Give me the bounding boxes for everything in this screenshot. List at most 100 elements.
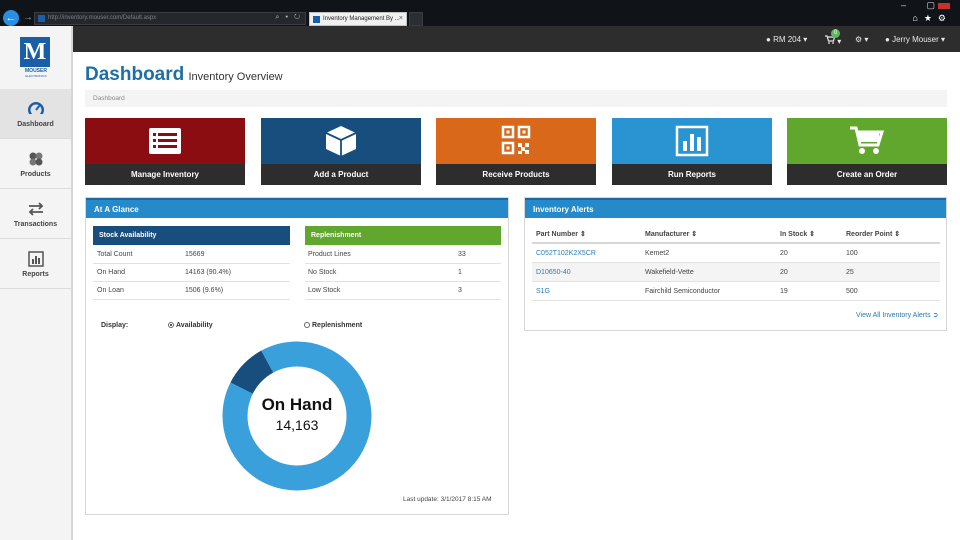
address-bar-controls[interactable]: ⌕ ▾ ↻ — [275, 14, 302, 22]
table-row: D10650-40 Wakefield-Vette 20 25 — [532, 263, 940, 282]
column-header-in-stock[interactable]: In Stock ⇕ — [780, 226, 815, 244]
forward-button[interactable]: → — [23, 12, 33, 23]
view-all-label: View All Inventory Alerts — [856, 312, 931, 319]
replenishment-header: Replenishment — [305, 226, 501, 245]
breadcrumb: Dashboard — [85, 90, 947, 107]
user-menu[interactable]: ● Jerry Mouser ▾ — [885, 35, 945, 44]
speedometer-icon — [27, 102, 44, 118]
components-icon — [29, 152, 42, 166]
bar-chart-icon — [27, 251, 44, 267]
tile-label: Receive Products — [436, 164, 596, 185]
donut-center-title: On Hand — [262, 395, 333, 414]
settings-dropdown[interactable]: ⚙ ▾ — [855, 35, 868, 44]
mouser-logo[interactable]: M MOUSER ELECTRONICS — [20, 37, 52, 78]
row-label: No Stock — [308, 269, 337, 276]
tile-manage-inventory[interactable]: Manage Inventory — [85, 118, 245, 185]
tile-icon-box — [612, 118, 772, 164]
tile-receive-products[interactable]: Receive Products — [436, 118, 596, 185]
close-window-icon[interactable] — [938, 2, 950, 9]
display-label: Display: — [101, 322, 129, 329]
column-header-part-number[interactable]: Part Number ⇕ — [536, 226, 586, 244]
sidebar-item-transactions[interactable]: Transactions — [0, 189, 71, 239]
donut-hole — [248, 367, 346, 465]
sidebar-item-label: Products — [20, 171, 51, 178]
page-title: Dashboard Inventory Overview — [85, 64, 283, 86]
arrow-circle-right-icon: ➲ — [932, 312, 939, 319]
back-button[interactable]: ← — [3, 10, 19, 26]
part-number-link[interactable]: D10650-40 — [536, 263, 571, 282]
sidebar-item-dashboard[interactable]: Dashboard — [0, 89, 71, 139]
availability-donut-chart: On Hand 14,163 — [222, 341, 372, 491]
sidebar-item-products[interactable]: Products — [0, 139, 71, 189]
table-row: C052T102K2X5CR Kemet2 20 100 — [532, 244, 940, 263]
reorder-point-cell: 500 — [846, 288, 858, 295]
sidebar-item-reports[interactable]: Reports — [0, 239, 71, 289]
row-label: On Hand — [97, 269, 126, 276]
address-bar[interactable]: http://inventory.mouser.com/Default.aspx… — [34, 12, 306, 25]
last-update: Last update: 3/1/2017 8:15 AM — [403, 496, 492, 503]
panel-title: At A Glance — [86, 198, 508, 218]
radio-availability[interactable]: Availability — [168, 322, 213, 329]
browser-tab[interactable]: Inventory Management By ... × — [309, 12, 407, 26]
sidebar-item-label: Reports — [22, 271, 49, 278]
manufacturer-cell: Fairchild Semiconductor — [645, 288, 721, 295]
part-number-link[interactable]: S1G — [536, 282, 550, 301]
url-text: http://inventory.mouser.com/Default.aspx — [48, 15, 157, 21]
sidebar-item-label: Dashboard — [17, 121, 54, 128]
window-controls[interactable]: – ▢ — [901, 0, 950, 11]
replenishment-table: Product Lines 33 No Stock 1 Low Stock 3 — [305, 246, 501, 300]
view-all-alerts-link[interactable]: View All Inventory Alerts ➲ — [856, 311, 938, 319]
tile-label: Add a Product — [261, 164, 421, 185]
row-value: 3 — [458, 287, 462, 294]
inventory-alerts-table: Part Number ⇕ Manufacturer ⇕ In Stock ⇕ … — [532, 226, 940, 301]
last-update-value: 3/1/2017 8:15 AM — [440, 496, 492, 503]
manufacturer-cell: Wakefield-Vette — [645, 269, 694, 276]
map-marker-icon: ● — [766, 35, 774, 44]
tile-label: Run Reports — [612, 164, 772, 185]
tile-label: Create an Order — [787, 164, 947, 185]
table-row: On Hand 14163 (90.4%) — [93, 264, 290, 282]
radio-selected-icon[interactable] — [168, 322, 174, 329]
location-label: RM 204 — [773, 35, 802, 44]
cube-icon — [325, 126, 357, 156]
in-stock-cell: 20 — [780, 269, 788, 276]
panel-title: Inventory Alerts — [525, 198, 946, 218]
location-dropdown[interactable]: ● RM 204 ▾ — [766, 35, 807, 44]
tab-close-icon[interactable]: × — [399, 15, 403, 22]
in-stock-cell: 20 — [780, 250, 788, 257]
radio-label: Replenishment — [312, 322, 363, 329]
sidebar-item-label: Transactions — [13, 221, 58, 228]
column-header-manufacturer[interactable]: Manufacturer ⇕ — [645, 226, 697, 244]
donut-center-value: 14,163 — [276, 417, 319, 433]
browser-toolbar-icons[interactable]: ⌂★⚙ — [912, 13, 952, 24]
gear-icon: ⚙ — [855, 35, 863, 44]
column-header-reorder-point[interactable]: Reorder Point ⇕ — [846, 226, 900, 244]
cart-count-badge: 0 — [831, 29, 840, 38]
logo-mark: M — [20, 37, 50, 67]
tile-create-order[interactable]: Create an Order — [787, 118, 947, 185]
logo-subtext: ELECTRONICS — [25, 74, 47, 78]
manufacturer-cell: Kemet2 — [645, 250, 670, 257]
tile-icon-box — [436, 118, 596, 164]
radio-unselected-icon[interactable] — [304, 322, 310, 329]
tile-icon-box — [787, 118, 947, 164]
breadcrumb-item[interactable]: Dashboard — [93, 95, 125, 102]
browser-toolbar: ← → http://inventory.mouser.com/Default.… — [0, 0, 960, 26]
stock-availability-header: Stock Availability — [93, 226, 290, 245]
radio-label: Availability — [176, 322, 213, 329]
part-number-link[interactable]: C052T102K2X5CR — [536, 244, 596, 263]
transfer-arrows-icon — [28, 202, 43, 216]
row-value: 1506 (9.6%) — [185, 287, 224, 294]
row-label: Total Count — [97, 251, 133, 258]
reorder-point-cell: 25 — [846, 269, 854, 276]
tab-title: Inventory Management By ... — [323, 16, 400, 22]
user-name: Jerry Mouser — [892, 35, 939, 44]
in-stock-cell: 19 — [780, 288, 788, 295]
sidebar: M MOUSER ELECTRONICS Dashboard Products … — [0, 26, 73, 540]
table-row: No Stock 1 — [305, 264, 501, 282]
new-tab-button[interactable] — [409, 12, 423, 26]
reorder-point-cell: 100 — [846, 250, 858, 257]
radio-replenishment[interactable]: Replenishment — [304, 322, 362, 329]
tile-run-reports[interactable]: Run Reports — [612, 118, 772, 185]
tile-add-product[interactable]: Add a Product — [261, 118, 421, 185]
